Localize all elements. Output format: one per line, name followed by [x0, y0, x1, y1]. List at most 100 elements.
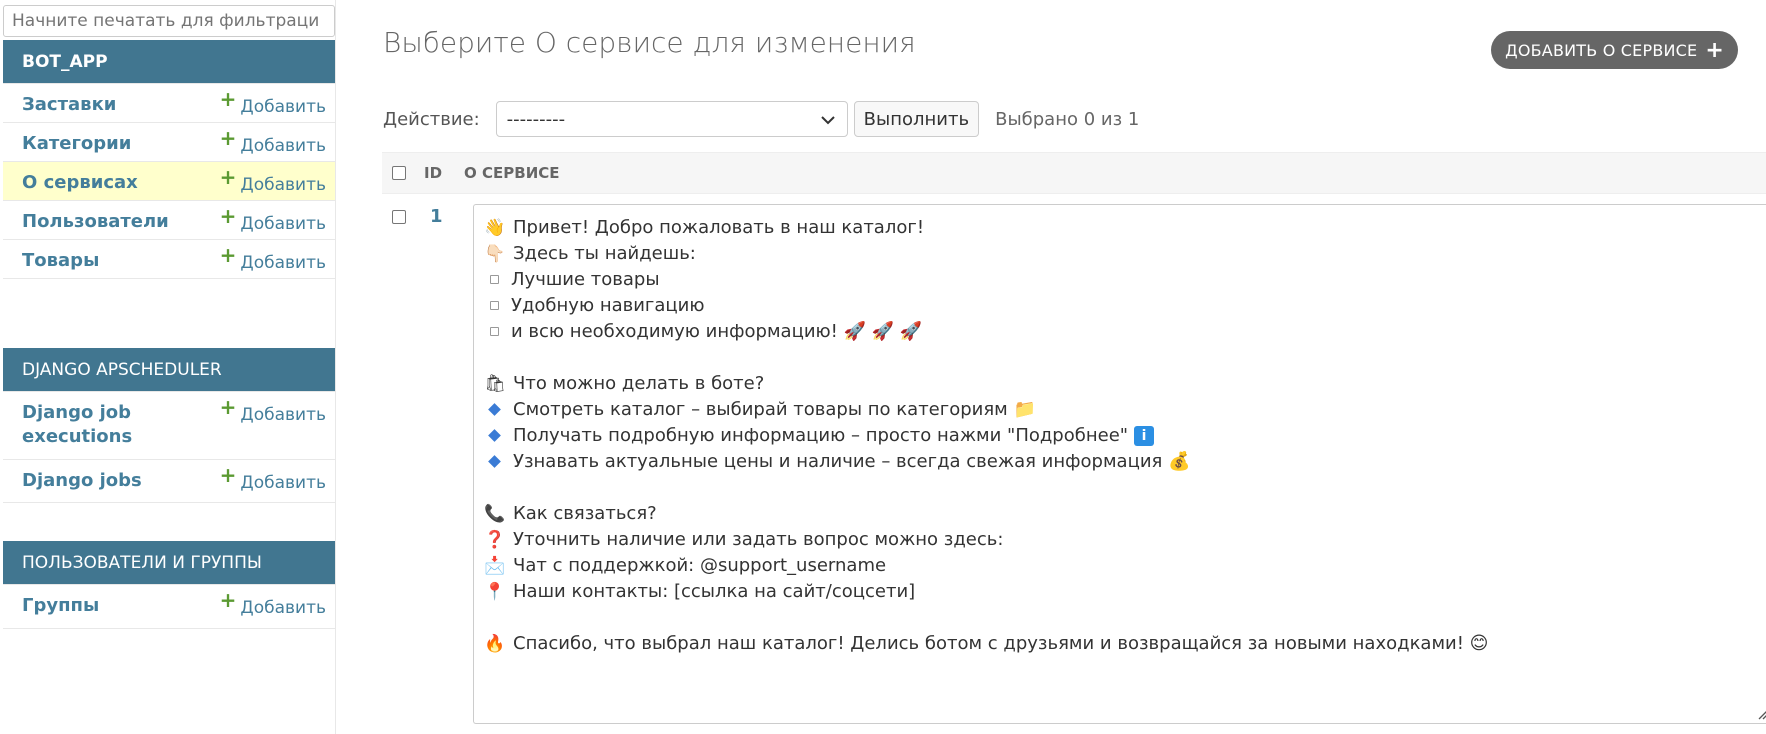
line-text: Что можно делать в боте?	[513, 373, 765, 394]
add-link[interactable]: + Добавить	[220, 162, 326, 200]
emoji-icon: 📞	[484, 504, 506, 524]
blue-diamond-icon	[488, 402, 501, 416]
chevron-down-icon	[820, 116, 835, 125]
line-text: Как связаться?	[513, 503, 657, 524]
text-line: 🔥 Спасибо, что выбрал наш каталог! Делись…	[484, 631, 1763, 657]
action-select[interactable]: ---------	[495, 101, 848, 137]
text-line: Лучшие товары	[484, 267, 1763, 293]
checkbox-square-icon	[490, 326, 499, 336]
text-line: Удобную навигацию	[484, 293, 1763, 319]
plus-icon: +	[219, 243, 237, 267]
actions-bar: Действие: --------- Выполнить Выбрано 0 …	[383, 101, 1139, 137]
sidebar-item-link[interactable]: Django job executions	[22, 392, 202, 459]
column-header-about[interactable]: О СЕРВИСЕ	[464, 164, 559, 182]
line-text: Узнавать актуальные цены и наличие – все…	[513, 451, 1191, 472]
add-service-button[interactable]: ДОБАВИТЬ О СЕРВИСЕ +	[1491, 31, 1738, 69]
sidebar-item-link[interactable]: Группы	[22, 585, 99, 628]
plus-icon: +	[219, 126, 237, 150]
module-users-groups: ПОЛЬЗОВАТЕЛИ И ГРУППЫ Группы + Добавить	[3, 541, 335, 629]
info-icon: i	[1134, 426, 1155, 446]
text-line: 📞 Как связаться?	[484, 501, 1763, 527]
sidebar-item-django-jobs: Django jobs + Добавить	[3, 460, 335, 503]
add-link[interactable]: + Добавить	[220, 123, 326, 161]
emoji-icon: 🛍	[484, 374, 506, 394]
sidebar-item-tovary: Товары + Добавить	[3, 240, 335, 279]
emoji-icon: 🔥	[484, 634, 506, 654]
sidebar-item-polzovateli: Пользователи + Добавить	[3, 201, 335, 240]
column-header-id[interactable]: ID	[424, 164, 442, 182]
text-line	[484, 475, 1763, 501]
sidebar-item-gruppy: Группы + Добавить	[3, 585, 335, 629]
blue-diamond-icon	[488, 454, 501, 468]
text-line: 👋 Привет! Добро пожаловать в наш каталог!	[484, 215, 1763, 241]
module-header-users-groups[interactable]: ПОЛЬЗОВАТЕЛИ И ГРУППЫ	[3, 541, 335, 585]
line-text: Уточнить наличие или задать вопрос можно…	[513, 529, 1004, 550]
text-line	[484, 605, 1763, 631]
module-django-apscheduler: DJANGO APSCHEDULER Django job executions…	[3, 348, 335, 503]
plus-icon: +	[219, 588, 237, 612]
row-select-checkbox[interactable]	[392, 210, 406, 224]
text-line: Смотреть каталог – выбирай товары по кат…	[484, 397, 1763, 423]
blue-diamond-icon	[488, 428, 501, 442]
plus-icon: +	[219, 165, 237, 189]
sidebar-item-link[interactable]: Django jobs	[22, 460, 142, 502]
module-header-django-apscheduler[interactable]: DJANGO APSCHEDULER	[3, 348, 335, 392]
row-id-link[interactable]: 1	[430, 206, 443, 227]
add-link[interactable]: + Добавить	[220, 84, 326, 122]
text-line	[484, 345, 1763, 371]
sidebar-item-link[interactable]: О сервисах	[22, 162, 138, 200]
go-button[interactable]: Выполнить	[853, 101, 980, 137]
text-line: 🛍 Что можно делать в боте?	[484, 371, 1763, 397]
select-all-checkbox[interactable]	[392, 166, 406, 180]
emoji-icon: 📍	[484, 582, 506, 602]
emoji-icon: ❓	[484, 530, 506, 550]
about-text-content: 👋 Привет! Добро пожаловать в наш каталог!…	[484, 215, 1763, 657]
resize-handle-icon[interactable]	[1757, 708, 1766, 720]
line-text: Лучшие товары	[511, 269, 660, 290]
emoji-icon: 👇🏻	[484, 244, 506, 264]
add-link[interactable]: + Добавить	[220, 201, 326, 239]
sidebar-item-link[interactable]: Пользователи	[22, 201, 169, 239]
line-text: Смотреть каталог – выбирай товары по кат…	[513, 399, 1036, 420]
add-link[interactable]: + Добавить	[220, 460, 326, 502]
add-link[interactable]: + Добавить	[220, 240, 326, 278]
text-line: 👇🏻 Здесь ты найдешь:	[484, 241, 1763, 267]
line-text: Удобную навигацию	[511, 295, 705, 316]
line-text: Спасибо, что выбрал наш каталог! Делись …	[513, 633, 1489, 654]
sidebar-item-link[interactable]: Категории	[22, 123, 131, 161]
content-main: Выберите О сервисе для изменения ДОБАВИТ…	[336, 0, 1766, 734]
text-line: ❓ Уточнить наличие или задать вопрос можн…	[484, 527, 1763, 553]
sidebar-item-zastavki: Заставки + Добавить	[3, 84, 335, 123]
add-link[interactable]: + Добавить	[220, 585, 326, 628]
sidebar-item-kategorii: Категории + Добавить	[3, 123, 335, 162]
text-line: Узнавать актуальные цены и наличие – все…	[484, 449, 1763, 475]
emoji-icon: 📩	[484, 556, 506, 576]
sidebar-item-o-servisah: О сервисах + Добавить	[3, 162, 335, 201]
module-bot-app: BOT_APP Заставки + Добавить Категории + До…	[3, 40, 335, 279]
line-text: Получать подробную информацию – просто н…	[513, 425, 1129, 446]
plus-icon: +	[219, 204, 237, 228]
action-selected-value: ---------	[506, 108, 566, 130]
module-header-bot-app[interactable]: BOT_APP	[3, 40, 335, 84]
add-link[interactable]: + Добавить	[220, 392, 326, 459]
line-text: и всю необходимую информацию! 🚀 🚀 🚀	[511, 321, 923, 342]
sidebar-nav: BOT_APP Заставки +Добавить Категории +До…	[0, 0, 336, 734]
text-line: и всю необходимую информацию! 🚀 🚀 🚀	[484, 319, 1763, 345]
page-title: Выберите О сервисе для изменения	[383, 26, 916, 59]
selection-counter: Выбрано 0 из 1	[995, 108, 1140, 130]
checkbox-square-icon	[490, 300, 499, 310]
plus-icon: +	[219, 463, 237, 487]
line-text: Здесь ты найдешь:	[513, 243, 696, 264]
sidebar-item-link[interactable]: Товары	[22, 240, 99, 278]
nav-filter-input[interactable]	[3, 5, 335, 37]
plus-icon: +	[219, 395, 237, 419]
sidebar-item-link[interactable]: Заставки	[22, 84, 116, 122]
checkbox-square-icon	[490, 274, 499, 284]
table-header: ID О СЕРВИСЕ	[382, 152, 1766, 194]
text-line: Получать подробную информацию – просто н…	[484, 423, 1763, 449]
line-text: Привет! Добро пожаловать в наш каталог!	[513, 217, 925, 238]
text-line: 📩 Чат с поддержкой: @support_username	[484, 553, 1763, 579]
add-service-label: ДОБАВИТЬ О СЕРВИСЕ	[1505, 40, 1698, 60]
text-line: 📍 Наши контакты: [ссылка на сайт/соцсети]	[484, 579, 1763, 605]
about-textarea[interactable]: 👋 Привет! Добро пожаловать в наш каталог!…	[473, 204, 1766, 724]
